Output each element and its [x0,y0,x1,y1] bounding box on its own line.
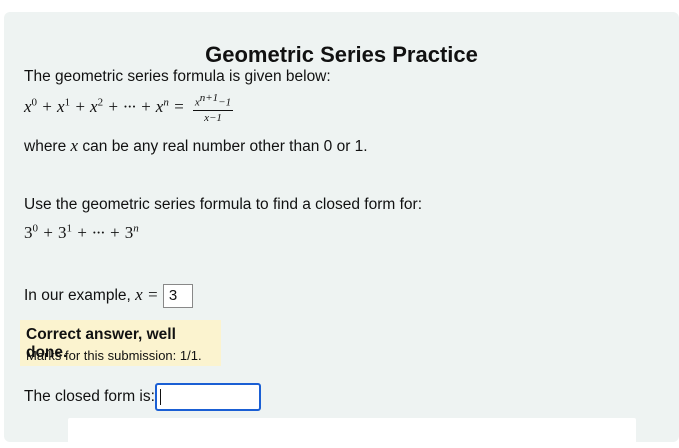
where-text: where [24,138,67,155]
feedback-marks: Marks for this submission: 1/1. [26,348,202,363]
example-prefix: In our example, [24,287,131,305]
question-text: Use the geometric series formula to find… [24,196,422,213]
question-card: Geometric Series Practice The geometric … [4,12,679,448]
page-title: Geometric Series Practice [205,42,478,67]
where-rest: can be any real number other than 0 or 1… [82,138,368,155]
formula-fraction: xn+1−1 x−1 [192,92,234,124]
series-expression: 30 + 31 + ··· + 3n [24,222,139,242]
closed-form-input[interactable] [155,383,261,411]
feedback-box: Correct answer, well done. Marks for thi… [20,320,221,366]
closed-form-label: The closed form is: [24,388,155,405]
input-preview-panel [68,418,636,448]
example-variable: x [135,285,143,305]
example-line: In our example, x = 3 [24,284,193,308]
formula: x0 + x1 + x2 + ··· + xn = xn+1−1 x−1 [24,92,234,124]
x-answer-input[interactable]: 3 [162,284,193,308]
where-variable: x [70,136,79,155]
example-equals: = [147,285,159,305]
text-caret [160,389,161,405]
where-line: where x can be any real number other tha… [24,136,368,156]
intro-text: The geometric series formula is given be… [24,68,331,85]
